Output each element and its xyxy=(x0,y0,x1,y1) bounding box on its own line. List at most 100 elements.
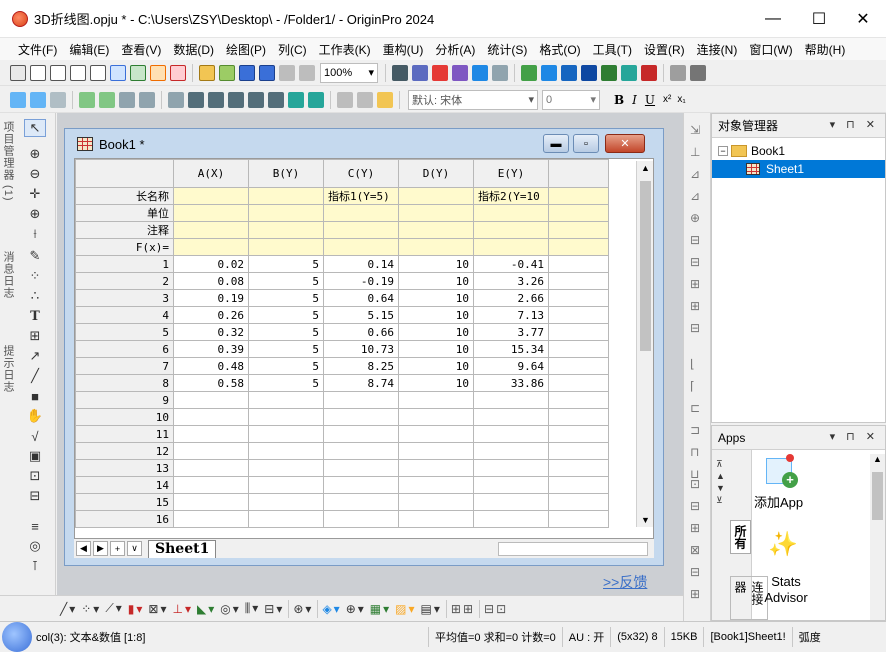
feedback-link[interactable]: >>反馈 xyxy=(603,572,647,592)
data-cell[interactable]: -0.41 xyxy=(473,255,549,273)
corner-cell[interactable] xyxy=(75,159,174,188)
target-tool[interactable]: ◎ xyxy=(24,537,46,555)
layout-tools[interactable]: ⌊ ⌈ ⊏ ⊐ ⊓ ⊔ xyxy=(690,353,700,485)
bar-chart-icon[interactable]: ▮▾ xyxy=(128,602,145,616)
data-cell[interactable]: 5 xyxy=(248,374,324,392)
tree-item-sheet[interactable]: Sheet1 xyxy=(712,160,885,178)
layer-tool[interactable]: ⊺ xyxy=(24,557,46,575)
add-layer-icon[interactable] xyxy=(79,91,95,108)
worksheet-vertical-scrollbar[interactable]: ▲ ▼ xyxy=(636,161,653,527)
data-cell[interactable] xyxy=(398,391,474,409)
data-cell[interactable] xyxy=(173,493,249,511)
data-cell[interactable]: 3.26 xyxy=(473,272,549,290)
data-cell[interactable] xyxy=(398,459,474,477)
object-manager-icon[interactable] xyxy=(581,64,597,81)
surface-plot-icon[interactable]: ◈▾ xyxy=(322,602,341,616)
annotation-tool[interactable]: ⊟ xyxy=(24,487,46,505)
meta-cell[interactable] xyxy=(248,204,324,222)
data-cell[interactable]: 5 xyxy=(248,306,324,324)
row-header[interactable]: 8 xyxy=(75,374,174,392)
data-cell[interactable] xyxy=(398,442,474,460)
contour-icon[interactable]: ◎▾ xyxy=(220,602,241,616)
stats-advisor-label[interactable]: Stats Advisor xyxy=(756,574,816,606)
meta-cell[interactable] xyxy=(173,187,249,205)
data-cell[interactable]: 33.86 xyxy=(473,374,549,392)
workbook-restore-button[interactable]: ▫ xyxy=(573,134,599,153)
data-cell[interactable] xyxy=(473,493,549,511)
data-cell[interactable] xyxy=(248,510,324,528)
3d-plot-icon[interactable]: ⊛▾ xyxy=(293,602,313,616)
meta-cell[interactable] xyxy=(173,204,249,222)
menu-analysis[interactable]: 分析(A) xyxy=(435,41,475,58)
data-cell[interactable] xyxy=(398,510,474,528)
set-column-icon[interactable] xyxy=(288,91,304,108)
data-cell[interactable]: 5 xyxy=(248,340,324,358)
row-header[interactable]: 11 xyxy=(75,425,174,443)
insert-graph-tool[interactable]: ▣ xyxy=(24,447,46,465)
data-cell[interactable]: 5 xyxy=(248,323,324,341)
data-cell[interactable] xyxy=(323,476,399,494)
data-cell[interactable] xyxy=(248,425,324,443)
data-cell[interactable]: 5 xyxy=(248,272,324,290)
hand-tool[interactable]: ✋ xyxy=(24,407,46,425)
meta-cell[interactable] xyxy=(323,221,399,239)
recent-icon[interactable] xyxy=(219,64,235,81)
data-cell[interactable]: 10 xyxy=(398,272,474,290)
row-header[interactable]: 9 xyxy=(75,391,174,409)
data-cell[interactable]: 5.15 xyxy=(323,306,399,324)
borders-icon[interactable] xyxy=(248,91,264,108)
data-cell[interactable] xyxy=(473,391,549,409)
data-cell[interactable]: 0.39 xyxy=(173,340,249,358)
data-cell[interactable] xyxy=(173,510,249,528)
back-icon[interactable] xyxy=(10,91,26,108)
menu-settings[interactable]: 设置(R) xyxy=(644,41,685,58)
close-button[interactable]: ✕ xyxy=(840,0,886,38)
data-cell[interactable] xyxy=(473,459,549,477)
specialized-plot-icon[interactable]: ⫼▾ xyxy=(245,601,261,616)
duplicate-icon[interactable] xyxy=(452,64,468,81)
meta-cell[interactable] xyxy=(398,221,474,239)
meta-cell[interactable] xyxy=(398,238,474,256)
list-tool[interactable]: ≡ xyxy=(24,517,46,535)
data-cell[interactable]: 8.25 xyxy=(323,357,399,375)
data-cell[interactable] xyxy=(473,510,549,528)
data-cell[interactable]: 10 xyxy=(398,306,474,324)
data-cell[interactable]: 0.48 xyxy=(173,357,249,375)
screen-reader-tool[interactable]: ⟊ xyxy=(24,225,46,243)
data-cell[interactable] xyxy=(248,493,324,511)
row-header[interactable]: 15 xyxy=(75,493,174,511)
menu-edit[interactable]: 编辑(E) xyxy=(69,41,109,58)
data-cell[interactable] xyxy=(173,408,249,426)
smart-hint-log-tab[interactable]: 提示日志 xyxy=(2,345,16,393)
column-header-a[interactable]: A(X) xyxy=(173,159,249,188)
scroll-up-icon[interactable]: ▲ xyxy=(870,454,885,464)
new-matrix-icon[interactable] xyxy=(70,64,86,81)
menu-worksheet[interactable]: 工作表(K) xyxy=(319,41,371,58)
status-angle-unit[interactable]: 弧度 xyxy=(791,626,827,647)
data-cell[interactable]: 7.13 xyxy=(473,306,549,324)
save-template-icon[interactable] xyxy=(259,64,275,81)
new-function-icon[interactable] xyxy=(90,64,106,81)
new-workbook-icon[interactable] xyxy=(30,64,46,81)
meta-cell[interactable] xyxy=(398,204,474,222)
row-header[interactable]: 2 xyxy=(75,272,174,290)
data-cell[interactable]: 10 xyxy=(398,255,474,273)
row-header[interactable]: 13 xyxy=(75,459,174,477)
row-header[interactable]: 16 xyxy=(75,510,174,528)
row-header[interactable]: 5 xyxy=(75,323,174,341)
region-tool[interactable]: ⁘ xyxy=(24,267,46,285)
add-app-label[interactable]: 添加App xyxy=(754,492,803,511)
data-cell[interactable]: 0.02 xyxy=(173,255,249,273)
import-icon[interactable] xyxy=(279,64,295,81)
scatter-plot-icon[interactable]: ⁘▾ xyxy=(81,602,101,616)
results-log-icon[interactable] xyxy=(492,64,508,81)
meta-cell[interactable] xyxy=(323,238,399,256)
crosshair-tool[interactable]: ✛ xyxy=(24,185,46,203)
data-cell[interactable] xyxy=(173,442,249,460)
font-select[interactable]: 默认: 宋体 ▾ xyxy=(408,89,538,110)
print-icon[interactable] xyxy=(392,64,408,81)
statistics-icon[interactable] xyxy=(690,64,706,81)
add-column-icon[interactable] xyxy=(641,64,657,81)
status-autoupdate[interactable]: AU : 开 xyxy=(561,626,610,647)
menu-window[interactable]: 窗口(W) xyxy=(749,41,792,58)
